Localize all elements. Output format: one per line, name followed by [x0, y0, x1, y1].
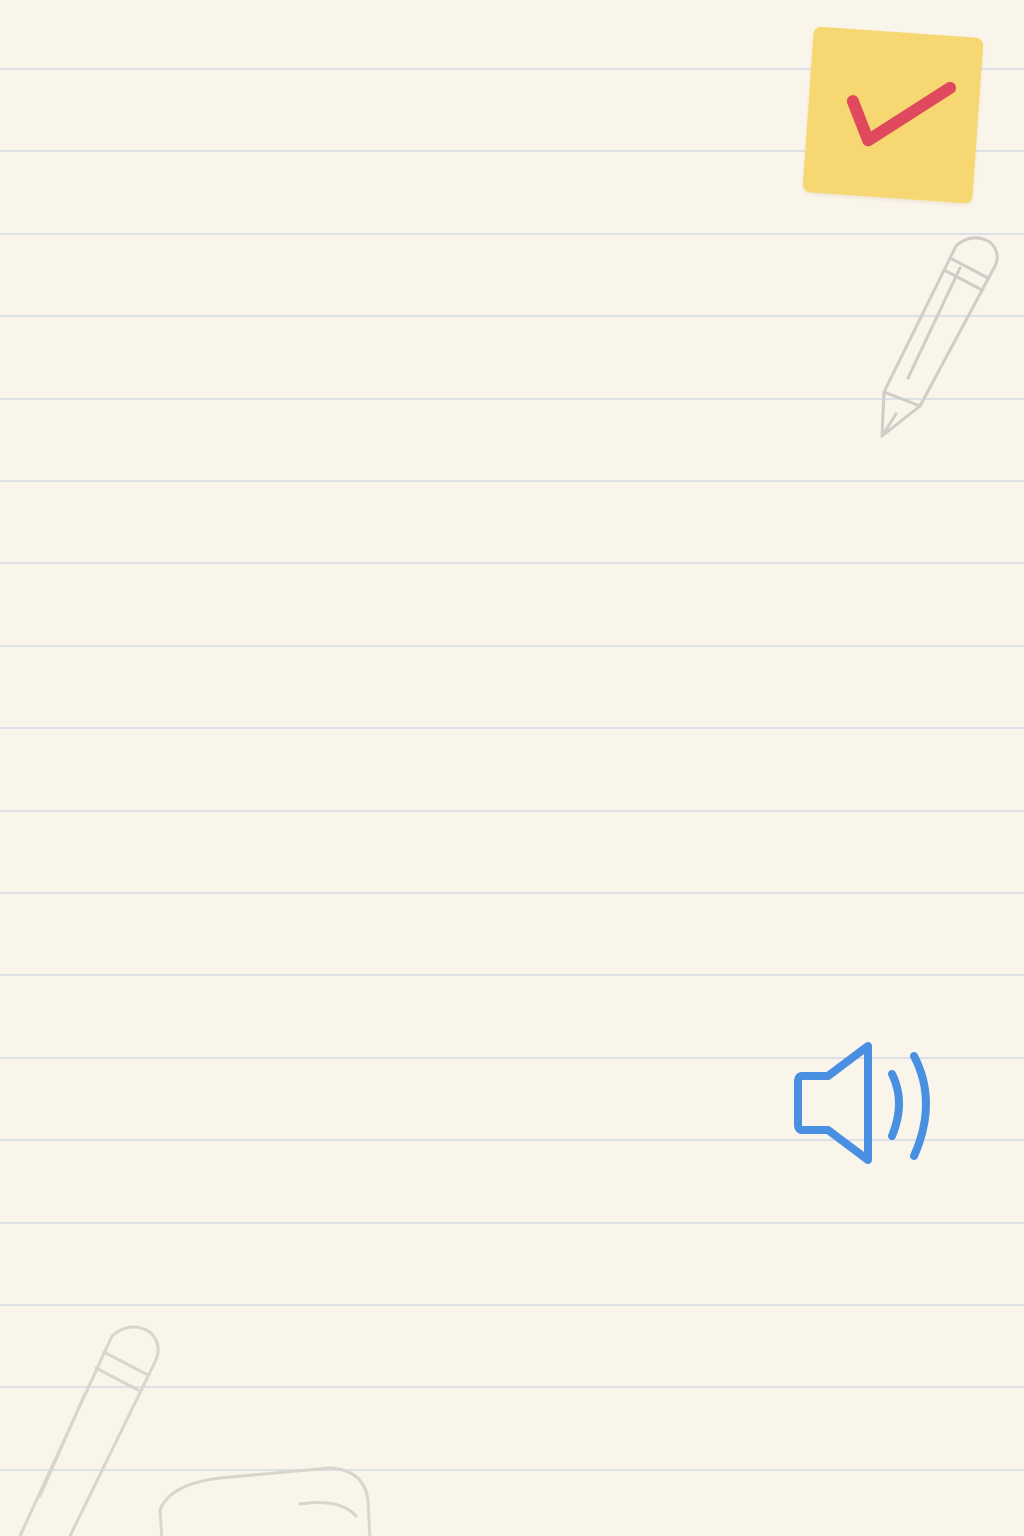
ruled-line	[0, 1304, 1024, 1306]
ruled-line	[0, 727, 1024, 729]
eraser-icon	[158, 1466, 372, 1536]
ruled-line	[0, 645, 1024, 647]
ruled-line	[0, 480, 1024, 482]
ruled-line	[0, 892, 1024, 894]
ruled-line	[0, 1222, 1024, 1224]
pencil-icon	[18, 1325, 160, 1536]
ruled-line	[0, 974, 1024, 976]
ruled-line	[0, 562, 1024, 564]
sticky-note	[802, 26, 984, 204]
checkmark-icon	[846, 81, 957, 147]
speaker-icon[interactable]	[788, 1036, 948, 1172]
ruled-line	[0, 810, 1024, 812]
lined-paper-background	[0, 0, 1024, 1536]
pencil-icon	[880, 236, 999, 438]
